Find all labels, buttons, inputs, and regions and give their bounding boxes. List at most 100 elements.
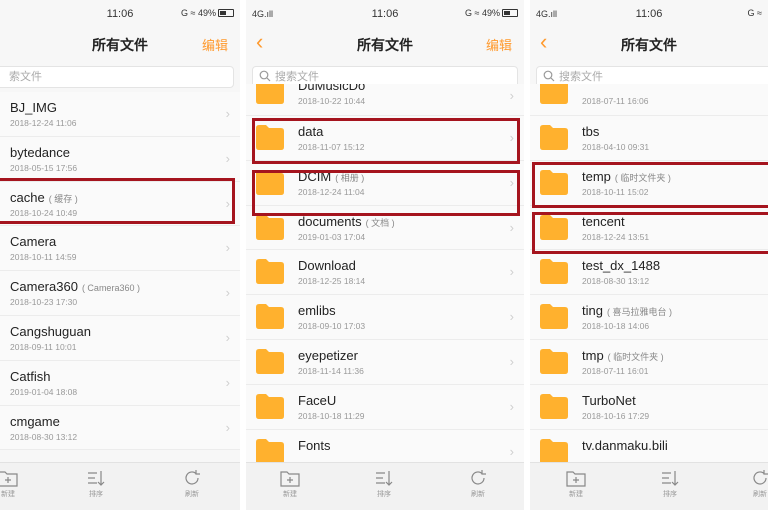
status-right: G ≈ 49% [465,8,518,18]
file-date: 2019-01-04 18:08 [10,386,78,397]
list-item[interactable]: DCIM( 相册 ) 2018-12-24 11:04 › [246,160,524,206]
file-name: Camera [10,234,57,250]
file-date: 2018-10-11 14:59 [10,252,77,263]
file-date: 2018-08-30 13:12 [10,431,78,442]
list-item[interactable]: test_dx_1488 2018-08-30 13:12 [530,250,768,296]
chevron-right-icon: › [509,353,514,369]
bottom-toolbar: 新建 排序 刷新 [0,462,240,510]
list-item[interactable]: DuMusicDo 2018-10-22 10:44 › [246,84,524,116]
list-item[interactable]: ting( 喜马拉雅电台 ) 2018-10-18 14:06 [530,295,768,340]
sort-icon [376,471,393,486]
file-name: DCIM( 相册 ) [298,168,365,184]
refresh-button[interactable]: 刷新 [458,469,498,499]
list-item[interactable]: Camera360( Camera360 ) 2018-10-23 17:30 › [0,271,240,316]
list-item[interactable]: Fonts › [246,429,524,462]
list-item[interactable]: temp( 临时文件夹 ) 2018-10-11 15:02 [530,160,768,206]
chevron-right-icon: › [225,419,230,435]
file-manager-panel-2: 4G.ıll 11:06 G ≈ 49% ‹ 所有文件 编辑 搜索文件 DuMu… [246,0,524,510]
folder-icon [256,304,284,330]
nav-bar: ‹ 所有文件 [530,26,768,60]
file-name: tmp( 临时文件夹 ) [582,347,664,363]
folder-icon [256,125,284,150]
search-icon [259,70,271,82]
file-date: 2018-12-24 11:06 [10,118,77,128]
file-date: 2018-07-11 16:01 [582,365,649,376]
list-item[interactable]: BJ_IMG 2018-12-24 11:06 › [0,92,240,137]
new-folder-icon [566,471,586,487]
list-item[interactable]: documents( 文档 ) 2019-01-03 17:04 › [246,205,524,251]
chevron-right-icon: › [225,106,230,121]
chevron-right-icon: › [225,374,230,390]
nav-bar: ‹ 所有文件 编辑 [246,26,524,60]
file-name: emlibs [298,303,336,319]
file-name: Download [298,258,356,274]
list-item[interactable]: tencent 2018-12-24 13:51 [530,205,768,251]
sort-icon [662,471,679,486]
new-folder-button[interactable]: 新建 [0,469,28,499]
file-date: 2018-11-14 11:36 [298,365,364,376]
search-input[interactable]: 索文件 [0,66,234,88]
list-item[interactable]: eyepetizer 2018-11-14 11:36 › [246,339,524,385]
list-item[interactable]: tmp( 临时文件夹 ) 2018-07-11 16:01 [530,339,768,385]
refresh-button[interactable]: 刷新 [172,469,212,499]
list-item[interactable]: Catfish 2019-01-04 18:08 › [0,360,240,406]
sort-icon [88,471,105,486]
list-item[interactable]: Camera 2018-10-11 14:59 › [0,226,240,272]
edit-button[interactable]: 编辑 [486,35,512,54]
status-bar: 11:06 G ≈ 49% [0,0,240,26]
list-item[interactable]: data 2018-11-07 15:12 › [246,116,524,161]
list-item[interactable]: tbs 2018-04-10 09:31 [530,116,768,161]
file-name: Cangshuguan [10,323,91,339]
folder-icon [256,438,284,462]
edit-button[interactable]: 编辑 [202,35,228,54]
chevron-right-icon: › [225,150,230,166]
search-placeholder: 索文件 [9,71,42,83]
sort-button[interactable]: 排序 [364,469,404,499]
status-right: G ≈ [747,8,762,18]
battery-icon [218,9,234,17]
list-item[interactable]: FaceU 2018-10-18 11:29 › [246,384,524,430]
list-item[interactable]: bytedance 2018-05-15 17:56 › [0,136,240,182]
folder-icon [256,259,284,285]
folder-icon [540,169,568,195]
list-item[interactable]: TurboNet 2018-10-16 17:29 [530,384,768,430]
chevron-right-icon: › [509,443,514,459]
folder-icon [540,438,568,462]
folder-icon [540,125,568,150]
list-item[interactable]: cmgame 2018-08-30 13:12 › [0,405,240,451]
sort-button[interactable]: 排序 [650,469,690,499]
file-name: BJ_IMG [10,100,57,115]
file-name: TurboNet [582,392,636,408]
list-item[interactable]: Cangshuguan 2018-09-11 10:01 › [0,315,240,361]
file-name: Catfish [10,368,51,384]
file-list: BJ_IMG 2018-12-24 11:06 › bytedance 2018-05… [0,92,240,462]
file-date: 2018-10-18 11:29 [298,410,365,421]
folder-icon [256,84,284,104]
file-name: DuMusicDo [298,84,366,93]
list-item[interactable]: cache( 缓存 ) 2018-10-24 10:49 › [0,181,240,227]
file-name: bytedance [10,144,70,160]
folder-icon [540,348,568,374]
sort-button[interactable]: 排序 [76,469,116,499]
list-item[interactable]: 2018-07-11 16:06 [530,84,768,116]
file-date: 2018-09-10 17:03 [298,321,366,332]
chevron-right-icon: › [225,285,230,301]
folder-icon [540,304,568,330]
chevron-right-icon: › [509,264,514,280]
folder-icon [256,214,284,240]
search-placeholder: 搜索文件 [559,71,603,83]
folder-icon [256,169,284,195]
new-folder-button[interactable]: 新建 [556,469,596,499]
new-folder-button[interactable]: 新建 [270,469,310,499]
bottom-toolbar: 新建 排序 刷新 [530,462,768,510]
file-date: 2018-10-11 15:02 [582,186,649,197]
chevron-right-icon: › [509,130,514,145]
list-item[interactable]: emlibs 2018-09-10 17:03 › [246,295,524,340]
list-item[interactable]: Download 2018-12-25 18:14 › [246,250,524,296]
refresh-button[interactable]: 刷新 [740,469,768,499]
file-date: 2018-10-23 17:30 [10,297,78,308]
status-bar: 4G.ıll 11:06 G ≈ [530,0,768,26]
list-item[interactable]: tv.danmaku.bili [530,429,768,462]
file-name: data [298,124,324,139]
chevron-right-icon: › [509,88,514,103]
